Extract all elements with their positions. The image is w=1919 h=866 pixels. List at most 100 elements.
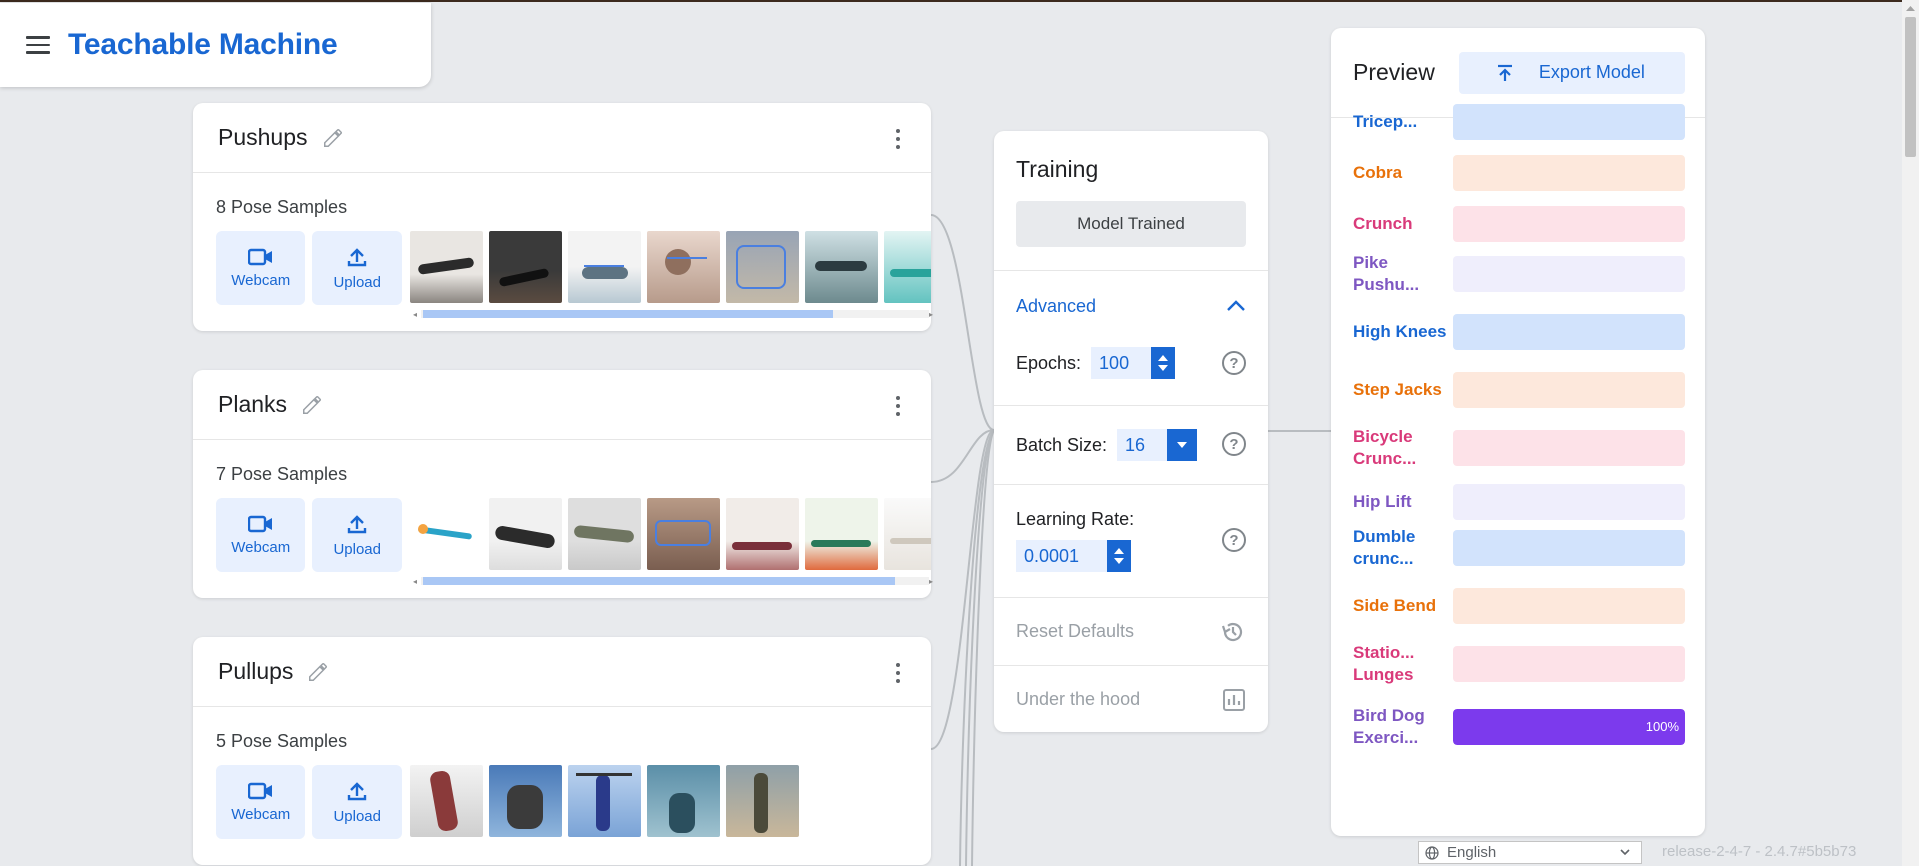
sample-thumbnail[interactable] <box>488 765 562 837</box>
confidence-bar <box>1453 104 1685 140</box>
upload-button[interactable]: Upload <box>312 498 402 572</box>
reset-defaults-button[interactable]: Reset Defaults <box>994 597 1268 665</box>
more-options-icon[interactable] <box>895 129 901 149</box>
scroll-up-icon[interactable] <box>1902 0 1919 17</box>
more-options-icon[interactable] <box>895 396 901 416</box>
sample-thumbnail[interactable] <box>409 765 483 837</box>
bar-chart-icon <box>1223 688 1245 711</box>
sample-row: Webcam Upload <box>193 231 931 305</box>
thumbnail-scrollbar[interactable]: ◂ ▸ <box>413 575 937 587</box>
sample-thumbnail[interactable] <box>646 765 720 837</box>
language-select[interactable]: English <box>1418 841 1642 864</box>
sample-thumbnail[interactable] <box>804 498 878 570</box>
learning-rate-stepper[interactable] <box>1107 540 1131 572</box>
sample-thumbnails <box>409 498 931 570</box>
sample-thumbnail[interactable] <box>804 231 878 303</box>
webcam-button[interactable]: Webcam <box>216 498 306 572</box>
sample-thumbnail[interactable] <box>567 498 641 570</box>
prediction-label: Step Jacks <box>1353 380 1442 399</box>
confidence-bar <box>1453 430 1685 466</box>
edit-pencil-icon[interactable] <box>307 661 329 683</box>
learning-rate-row: Learning Rate: 0.0001 ? <box>994 484 1268 597</box>
page-scrollbar[interactable] <box>1902 0 1919 866</box>
sample-thumbnail[interactable] <box>409 498 483 570</box>
webcam-button[interactable]: Webcam <box>216 765 306 839</box>
class-name[interactable]: Pullups <box>218 658 293 685</box>
confidence-percent: 100% <box>1645 719 1679 734</box>
scroll-right-icon[interactable]: ▸ <box>929 577 937 586</box>
prediction-label: Bird Dog Exerci... <box>1353 706 1425 747</box>
help-icon[interactable]: ? <box>1222 528 1246 552</box>
sample-thumbnail[interactable] <box>646 231 720 303</box>
chevron-up-icon[interactable] <box>1226 300 1246 312</box>
scrollbar-thumb[interactable] <box>1905 17 1916 157</box>
edit-pencil-icon[interactable] <box>322 127 344 149</box>
help-icon[interactable]: ? <box>1222 351 1246 375</box>
batch-size-select[interactable]: 16 <box>1117 429 1198 461</box>
prediction-label: Statio... Lunges <box>1353 643 1415 684</box>
under-the-hood-label: Under the hood <box>1016 689 1141 709</box>
webcam-button[interactable]: Webcam <box>216 231 306 305</box>
confidence-bar <box>1453 256 1685 292</box>
upload-label: Upload <box>333 807 381 825</box>
sample-thumbnail[interactable] <box>488 231 562 303</box>
sample-thumbnail[interactable] <box>409 231 483 303</box>
sample-thumbnails <box>409 231 931 303</box>
class-name[interactable]: Planks <box>218 391 287 418</box>
scroll-right-icon[interactable]: ▸ <box>929 310 937 319</box>
learning-rate-input[interactable]: 0.0001 <box>1016 540 1131 572</box>
upload-icon <box>348 514 367 533</box>
prediction-item: Bicycle Crunc... <box>1353 426 1685 470</box>
class-card-pushups: Pushups 8 Pose Samples Webcam Upload ◂ ▸ <box>193 103 933 331</box>
class-name[interactable]: Pushups <box>218 124 308 151</box>
sample-thumbnail[interactable] <box>567 765 641 837</box>
prediction-label: Pike Pushu... <box>1353 253 1420 294</box>
hamburger-menu-icon[interactable] <box>26 36 50 54</box>
edit-pencil-icon[interactable] <box>301 394 323 416</box>
upload-button[interactable]: Upload <box>312 765 402 839</box>
sample-thumbnail[interactable] <box>646 498 720 570</box>
thumbnail-scrollbar[interactable]: ◂ ▸ <box>413 308 937 320</box>
sample-thumbnail[interactable] <box>725 498 799 570</box>
scroll-left-icon[interactable]: ◂ <box>413 577 421 586</box>
learning-rate-value: 0.0001 <box>1024 545 1080 566</box>
videocam-icon <box>247 515 272 532</box>
under-the-hood-button[interactable]: Under the hood <box>994 665 1268 733</box>
sample-thumbnail[interactable] <box>488 498 562 570</box>
more-options-icon[interactable] <box>895 663 901 683</box>
sample-thumbnail[interactable] <box>883 231 931 303</box>
confidence-bar <box>1453 646 1685 682</box>
epochs-input[interactable]: 100 <box>1091 347 1176 379</box>
release-version: release-2-4-7 - 2.4.7#5b5b73 <box>1662 843 1857 860</box>
confidence-bar <box>1453 155 1685 191</box>
prediction-item: Tricep... <box>1353 104 1685 140</box>
confidence-bar <box>1453 314 1685 350</box>
prediction-item: High Knees <box>1353 310 1685 354</box>
advanced-toggle[interactable]: Advanced <box>994 270 1268 341</box>
dropdown-arrow-icon[interactable] <box>1167 429 1198 461</box>
sample-count: 7 Pose Samples <box>216 464 348 484</box>
language-value: English <box>1447 844 1497 861</box>
scroll-left-icon[interactable]: ◂ <box>413 310 421 319</box>
app-brand[interactable]: Teachable Machine <box>68 28 338 62</box>
sample-thumbnail[interactable] <box>567 231 641 303</box>
prediction-item: Bird Dog Exerci... 100% <box>1353 694 1685 760</box>
prediction-item: Statio... Lunges <box>1353 642 1685 686</box>
prediction-label: Crunch <box>1353 214 1413 233</box>
prediction-label: Cobra <box>1353 163 1403 182</box>
sample-thumbnail[interactable] <box>883 498 931 570</box>
prediction-item: Step Jacks <box>1353 368 1685 412</box>
batch-size-value: 16 <box>1125 434 1146 455</box>
sample-thumbnail[interactable] <box>725 765 799 837</box>
help-icon[interactable]: ? <box>1222 432 1246 456</box>
upload-button[interactable]: Upload <box>312 231 402 305</box>
epochs-stepper[interactable] <box>1151 347 1176 379</box>
export-model-button[interactable]: Export Model <box>1458 51 1685 94</box>
confidence-bar <box>1453 588 1685 624</box>
videocam-icon <box>247 248 272 265</box>
sample-thumbnail[interactable] <box>725 231 799 303</box>
prediction-item: Cobra <box>1353 155 1685 191</box>
prediction-label: Side Bend <box>1353 596 1437 615</box>
train-model-button[interactable]: Model Trained <box>1016 201 1246 247</box>
window-top-border <box>0 0 1919 2</box>
